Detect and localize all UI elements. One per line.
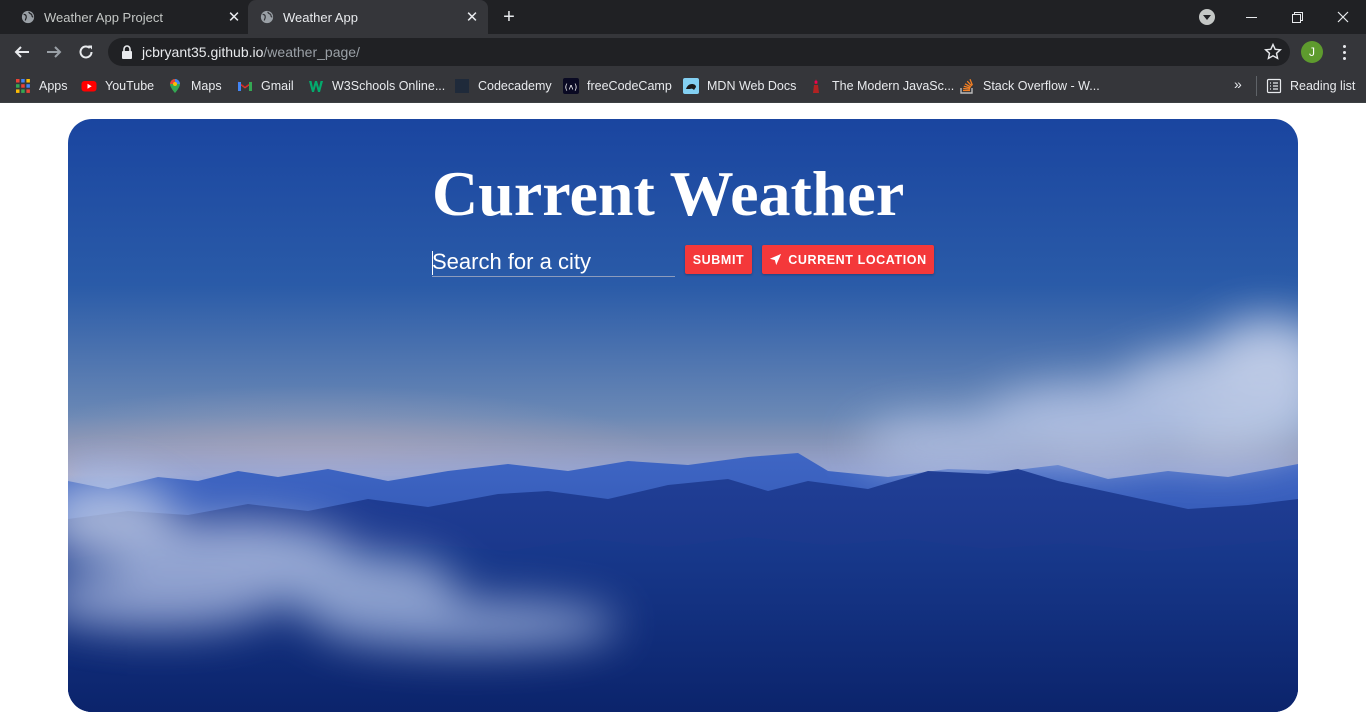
submit-button[interactable]: SUBMIT [685, 245, 752, 274]
gmail-icon [237, 81, 253, 91]
forward-button[interactable] [40, 38, 68, 66]
bookmark-youtube[interactable]: YouTube [81, 76, 154, 96]
reading-list-icon [1266, 78, 1282, 94]
codecademy-icon [455, 79, 469, 93]
tab-title: Weather App [283, 9, 358, 25]
address-bar[interactable]: jcbryant35.github.io/weather_page/ [108, 38, 1290, 66]
tab-weather-app-project[interactable]: Weather App Project ✕ [0, 0, 250, 34]
bookmark-star-icon[interactable] [1264, 43, 1282, 61]
mdn-icon [683, 78, 699, 94]
youtube-icon [81, 81, 97, 92]
bookmark-stack-overflow[interactable]: Stack Overflow - W... [959, 76, 1100, 96]
chrome-menu-icon[interactable] [1335, 41, 1353, 63]
bookmarks-bar: Apps YouTube Maps Gmail W3Schools Online… [0, 70, 1366, 103]
browser-toolbar: jcbryant35.github.io/weather_page/ [0, 34, 1366, 70]
freecodecamp-icon: (ʌ) [563, 78, 579, 94]
reload-button[interactable] [72, 38, 100, 66]
tab-title: Weather App Project [44, 9, 163, 25]
current-location-label: CURRENT LOCATION [788, 252, 927, 267]
bookmark-maps[interactable]: Maps [167, 76, 222, 96]
bookmark-codecademy[interactable]: Codecademy [454, 76, 552, 96]
url-text: jcbryant35.github.io/weather_page/ [142, 44, 360, 60]
weather-hero-card: Current Weather SUBMIT CURRENT LOCATION [68, 119, 1298, 712]
url-host: jcbryant35.github.io [142, 44, 264, 60]
back-button[interactable] [8, 38, 36, 66]
bookmark-label: freeCodeCamp [587, 79, 672, 93]
bookmark-apps[interactable]: Apps [15, 76, 68, 96]
reading-list-button[interactable]: Reading list [1266, 76, 1355, 96]
bookmark-label: YouTube [105, 79, 155, 93]
tab-weather-app[interactable]: Weather App ✕ [248, 0, 488, 34]
maps-pin-icon [170, 79, 180, 93]
reading-list-label: Reading list [1290, 79, 1356, 93]
current-location-button[interactable]: CURRENT LOCATION [762, 245, 934, 274]
svg-text:(ʌ): (ʌ) [564, 83, 578, 92]
page-title: Current Weather [432, 158, 905, 229]
new-tab-button[interactable]: + [498, 6, 520, 28]
lock-icon[interactable] [121, 45, 133, 59]
bookmark-label: Stack Overflow - W... [983, 79, 1100, 93]
apps-grid-icon [16, 79, 30, 93]
restore-button[interactable] [1274, 0, 1320, 34]
bookmark-modern-javascript[interactable]: The Modern JavaSc... [808, 76, 954, 96]
bookmark-gmail[interactable]: Gmail [237, 76, 294, 96]
bookmark-label: Maps [191, 79, 222, 93]
minimize-button[interactable] [1228, 0, 1274, 34]
arrow-right-icon [47, 46, 62, 58]
bookmark-label: Codecademy [478, 79, 552, 93]
bookmark-w3schools[interactable]: W3Schools Online... [308, 76, 445, 96]
close-tab-icon[interactable]: ✕ [226, 9, 242, 26]
bookmark-label: W3Schools Online... [332, 79, 446, 93]
arrow-left-icon [14, 46, 29, 58]
bookmark-freecodecamp[interactable]: (ʌ) freeCodeCamp [563, 76, 672, 96]
bookmark-label: MDN Web Docs [707, 79, 797, 93]
globe-icon [21, 10, 35, 24]
tab-search-icon[interactable] [1199, 9, 1215, 25]
close-window-button[interactable] [1320, 0, 1366, 34]
profile-avatar[interactable]: J [1301, 41, 1323, 63]
bookmark-label: Apps [39, 79, 68, 93]
javascript-info-icon [813, 79, 819, 93]
bookmark-mdn[interactable]: MDN Web Docs [683, 76, 796, 96]
city-search-input[interactable] [432, 247, 675, 277]
bookmark-label: Gmail [261, 79, 294, 93]
close-tab-icon[interactable]: ✕ [464, 9, 480, 26]
location-arrow-icon [770, 253, 782, 266]
more-bookmarks-button[interactable]: » [1234, 76, 1248, 92]
text-cursor [432, 251, 433, 275]
reload-icon [79, 45, 93, 59]
globe-icon [260, 10, 274, 24]
tab-strip: Weather App Project ✕ Weather App ✕ + [0, 0, 1366, 34]
url-path: /weather_page/ [263, 44, 360, 60]
stackoverflow-icon [960, 78, 974, 94]
bookmark-label: The Modern JavaSc... [832, 79, 955, 93]
w3schools-icon [309, 81, 323, 92]
bookmarks-divider [1256, 76, 1257, 96]
